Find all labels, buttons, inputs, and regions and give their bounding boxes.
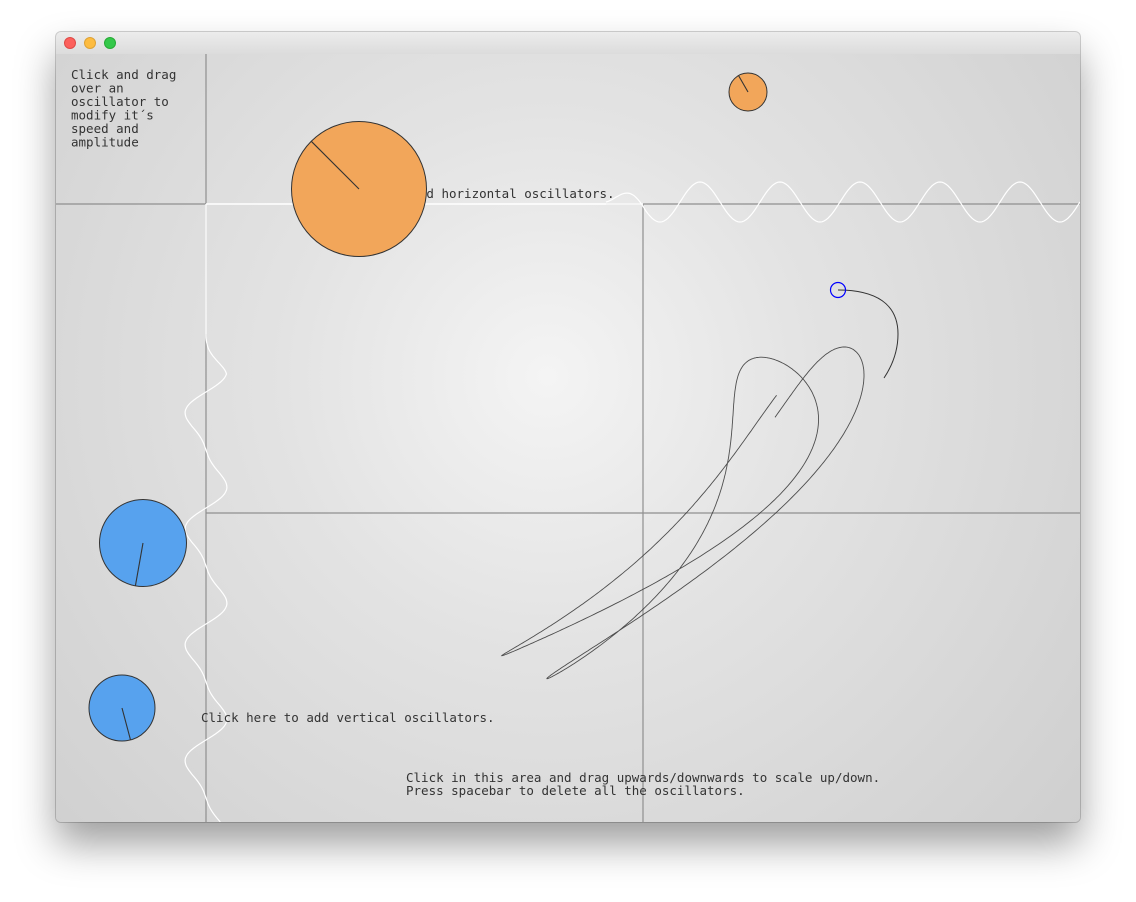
delete-instruction-label: Press spacebar to delete all the oscilla… [406, 783, 745, 798]
drag-instructions: Click and drag over an oscillator to mod… [71, 67, 176, 150]
add-vertical-oscillators-label[interactable]: Click here to add vertical oscillators. [201, 710, 495, 725]
vertical-oscillator-1[interactable] [99, 499, 187, 587]
title-bar[interactable] [56, 32, 1080, 55]
zoom-window-button[interactable] [104, 37, 116, 49]
drag-instructions-line-6: amplitude [71, 135, 139, 150]
horizontal-oscillator-1[interactable] [291, 121, 427, 257]
oscillator-canvas[interactable]: Click and drag over an oscillator to mod… [56, 54, 1080, 822]
app-window: Click and drag over an oscillator to mod… [56, 32, 1080, 822]
horizontal-oscillator-2[interactable] [728, 72, 768, 112]
canvas-drawing: Click and drag over an oscillator to mod… [56, 54, 1080, 822]
minimize-window-button[interactable] [84, 37, 96, 49]
close-window-button[interactable] [64, 37, 76, 49]
vertical-oscillator-2[interactable] [88, 674, 156, 742]
